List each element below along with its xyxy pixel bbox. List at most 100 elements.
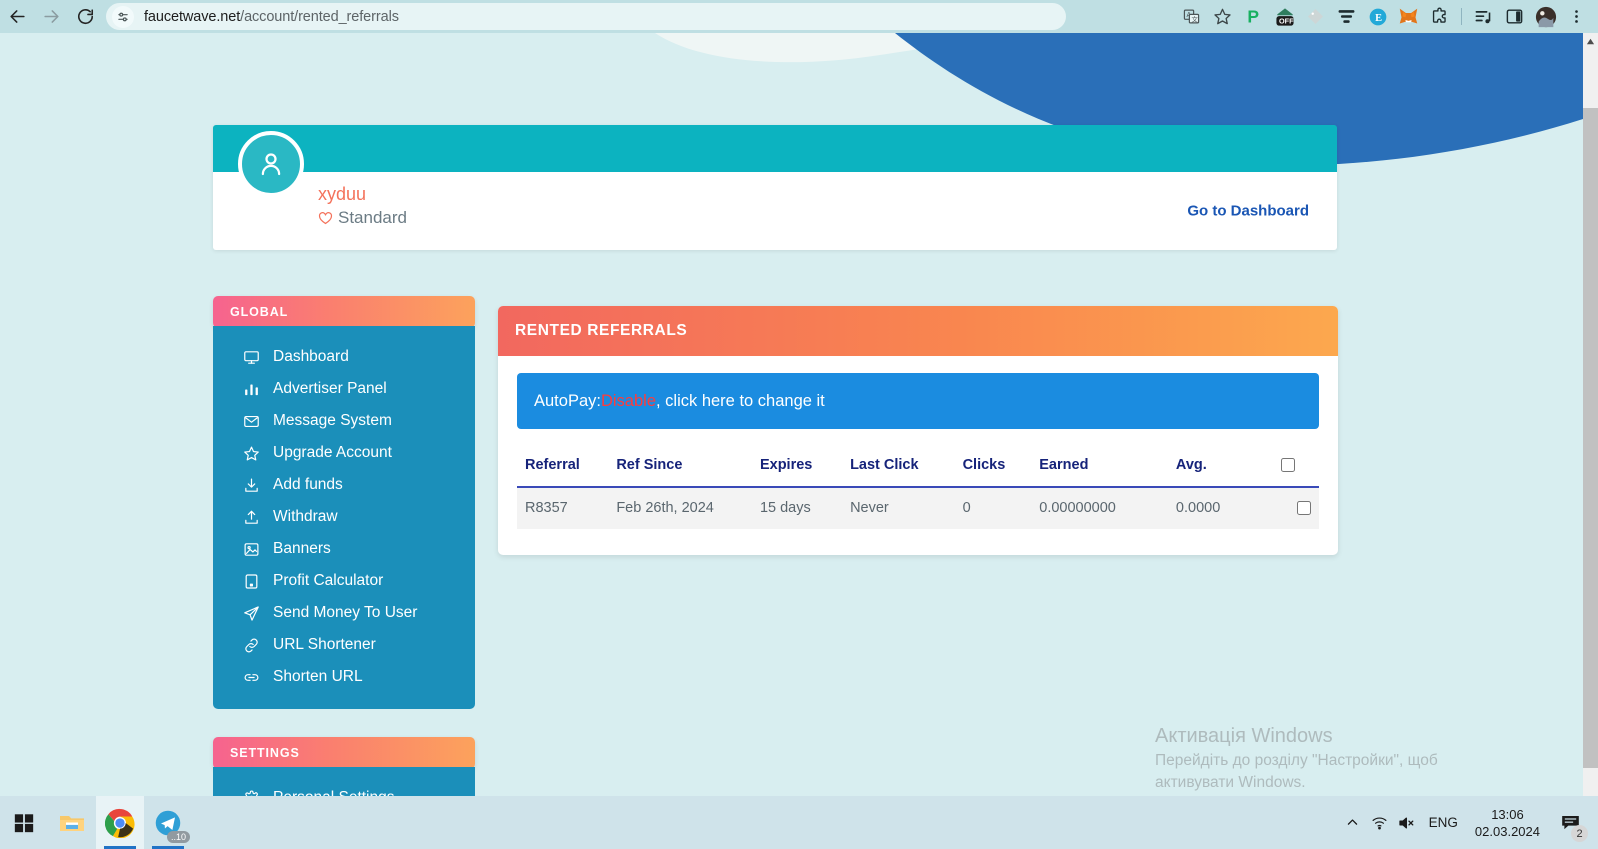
reload-button[interactable]	[68, 0, 102, 33]
sidebar-item-send-money-to-user[interactable]: Send Money To User	[213, 597, 475, 629]
sidebar-item-withdraw[interactable]: Withdraw	[213, 501, 475, 533]
profile-card: xyduu Standard Go to Dashboard	[213, 125, 1337, 250]
translate-icon[interactable]: A 文	[1176, 0, 1207, 33]
bookmark-star-icon[interactable]	[1207, 0, 1238, 33]
show-hidden-icons-button[interactable]	[1339, 796, 1366, 849]
sidebar-item-label: URL Shortener	[273, 636, 376, 653]
sidebar-item-banners[interactable]: Banners	[213, 533, 475, 565]
sidebar-item-url-shortener[interactable]: URL Shortener	[213, 629, 475, 661]
go-to-dashboard-link[interactable]: Go to Dashboard	[1187, 203, 1309, 220]
sidebar-item-label: Dashboard	[273, 348, 349, 365]
table-row[interactable]: R8357 Feb 26th, 2024 15 days Never 0 0.0…	[517, 487, 1319, 529]
star-icon	[243, 445, 266, 462]
sidebar-item-shorten-url[interactable]: Shorten URL	[213, 661, 475, 693]
svg-text:OFF: OFF	[1279, 16, 1294, 25]
side-panel-icon[interactable]	[1499, 0, 1530, 33]
page-scrollbar-thumb[interactable]	[1583, 108, 1598, 768]
network-button[interactable]	[1366, 796, 1393, 849]
clock[interactable]: 13:06 02.03.2024	[1467, 806, 1548, 840]
windows-start-icon	[14, 813, 34, 832]
user-avatar-icon	[261, 153, 281, 176]
sidebar-item-dashboard[interactable]: Dashboard	[213, 341, 475, 373]
notification-count-badge: 2	[1571, 825, 1588, 842]
sidebar-item-upgrade-account[interactable]: Upgrade Account	[213, 437, 475, 469]
taskbar-google-chrome[interactable]	[96, 796, 144, 849]
extensions-puzzle-icon[interactable]	[1424, 0, 1455, 33]
monitor-icon	[243, 349, 266, 366]
cell-select	[1281, 487, 1319, 529]
file-explorer-icon	[60, 815, 84, 831]
chain-link-icon	[243, 669, 266, 686]
chrome-menu-icon[interactable]	[1561, 0, 1592, 33]
watermark-subtitle: Перейдіть до розділу "Настройки", щоб ак…	[1155, 752, 1438, 791]
sidebar-item-label: Shorten URL	[273, 668, 363, 685]
taskbar-file-explorer[interactable]	[48, 796, 96, 849]
cell-earned: 0.00000000	[1039, 487, 1176, 529]
column-header-avg[interactable]: Avg.	[1175, 451, 1282, 488]
language-indicator[interactable]: ENG	[1420, 815, 1467, 830]
sidebar-menu-global: Dashboard Advertiser Panel Message Syste…	[213, 326, 475, 709]
sidebar-item-label: Send Money To User	[273, 604, 418, 621]
start-button[interactable]	[0, 796, 48, 849]
bar-chart-icon	[243, 381, 266, 398]
column-header-expires[interactable]: Expires	[759, 451, 851, 488]
sidebar-item-label: Message System	[273, 412, 392, 429]
url-path: /account/rented_referrals	[240, 8, 399, 25]
site-info-button[interactable]	[112, 5, 134, 28]
select-all-checkbox[interactable]	[1281, 458, 1296, 473]
sidebar-section-settings: SETTINGS Personal Settings	[213, 737, 475, 796]
sidebar-item-label: Personal Settings	[273, 789, 395, 796]
notification-center-button[interactable]: 2	[1548, 796, 1592, 849]
sidebar-item-profit-calculator[interactable]: Profit Calculator	[213, 565, 475, 597]
back-button[interactable]	[0, 0, 34, 33]
filter-extension-icon[interactable]	[1331, 0, 1362, 33]
sidebar-item-personal-settings[interactable]: Personal Settings	[213, 782, 475, 796]
cell-avg: 0.0000	[1175, 487, 1282, 529]
sidebar-section-global-title: GLOBAL	[230, 305, 289, 319]
media-playlist-icon[interactable]	[1468, 0, 1499, 33]
browser-toolbar: faucetwave.net/account/rented_referrals …	[0, 0, 1598, 33]
sidebar-item-advertiser-panel[interactable]: Advertiser Panel	[213, 373, 475, 405]
sidebar-item-message-system[interactable]: Message System	[213, 405, 475, 437]
profile-banner	[213, 125, 1337, 172]
clock-time: 13:06	[1491, 806, 1524, 822]
sidebar-section-settings-title: SETTINGS	[230, 746, 300, 760]
table-body: R8357 Feb 26th, 2024 15 days Never 0 0.0…	[517, 487, 1319, 529]
tag-extension-icon[interactable]	[1300, 0, 1331, 33]
column-header-earned[interactable]: Earned	[1039, 451, 1176, 488]
cell-expires: 15 days	[759, 487, 851, 529]
scrollbar-up-button[interactable]	[1583, 33, 1598, 50]
sidebar-item-label: Banners	[273, 540, 331, 557]
forward-button[interactable]	[34, 0, 68, 33]
autopay-status-link[interactable]: Disable	[601, 392, 656, 411]
sidebar-menu-settings: Personal Settings	[213, 767, 475, 796]
column-header-select-all	[1281, 451, 1319, 488]
metamask-fox-icon[interactable]	[1393, 0, 1424, 33]
sidebar-section-global-header: GLOBAL	[213, 296, 475, 328]
taskbar-telegram[interactable]: ..10	[144, 796, 192, 849]
row-select-checkbox[interactable]	[1297, 501, 1311, 516]
watermark-title: Активація Windows	[1155, 725, 1333, 747]
autopay-banner[interactable]: AutoPay: Disable, click here to change i…	[517, 373, 1319, 429]
cell-last-click: Never	[850, 487, 963, 529]
column-header-last-click[interactable]: Last Click	[850, 451, 963, 488]
column-header-clicks[interactable]: Clicks	[962, 451, 1040, 488]
column-header-ref-since[interactable]: Ref Since	[616, 451, 760, 488]
profile-username: xyduu	[318, 184, 367, 204]
profile-identity: xyduu Standard	[318, 183, 407, 230]
back-arrow-icon	[9, 10, 25, 23]
forward-arrow-icon	[43, 10, 59, 23]
volume-button[interactable]	[1393, 796, 1420, 849]
sidebar: GLOBAL Dashboard Advertiser Panel Messag…	[213, 296, 475, 796]
adblock-off-icon[interactable]: OFF	[1269, 0, 1300, 33]
column-header-referral[interactable]: Referral	[517, 451, 617, 488]
profile-avatar-icon[interactable]	[1530, 0, 1561, 33]
sidebar-item-label: Add funds	[273, 476, 343, 493]
address-bar[interactable]: faucetwave.net/account/rented_referrals	[106, 3, 1066, 30]
autopay-prefix: AutoPay:	[534, 391, 601, 410]
volume-muted-icon	[1399, 816, 1414, 829]
scroll-up-arrow-icon	[1586, 38, 1595, 45]
sidebar-item-add-funds[interactable]: Add funds	[213, 469, 475, 501]
extension-p-icon[interactable]: P	[1238, 0, 1269, 33]
ethereum-e-icon[interactable]: E	[1362, 0, 1393, 33]
